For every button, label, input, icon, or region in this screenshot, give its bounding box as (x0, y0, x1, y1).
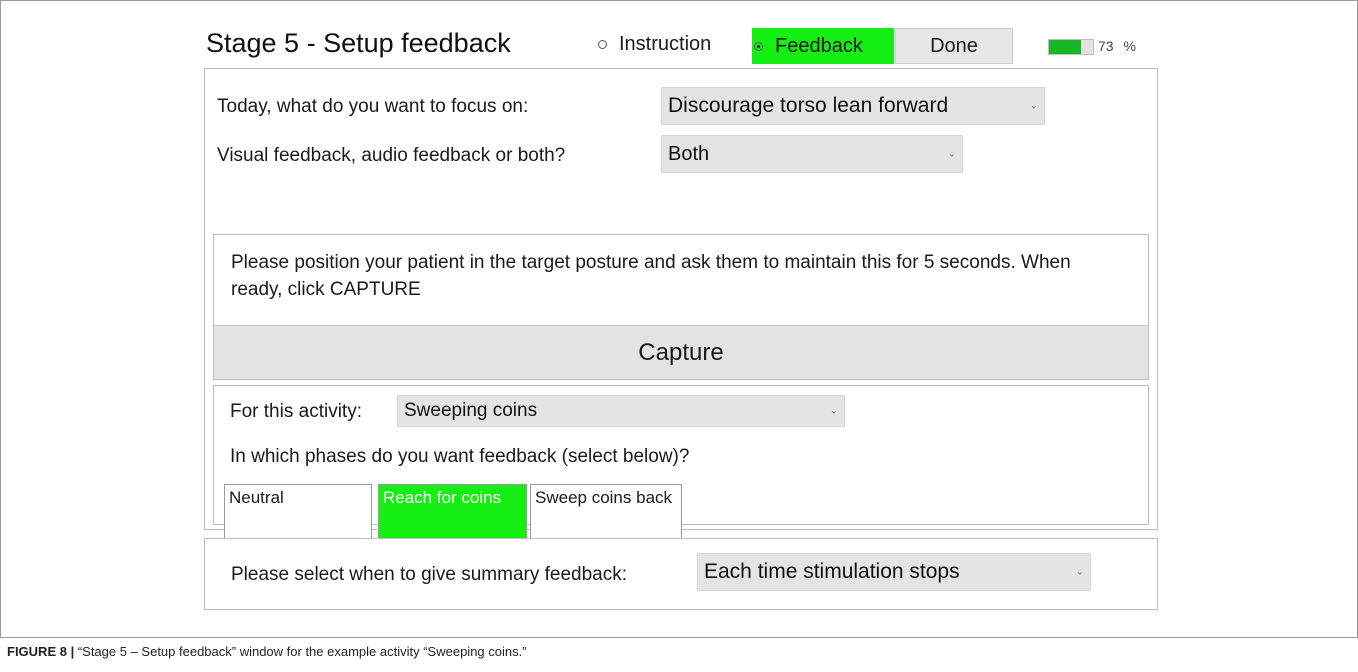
battery-indicator (1048, 39, 1094, 55)
feedback-radio-label: Feedback (775, 34, 863, 57)
phases-prompt: In which phases do you want feedback (se… (230, 446, 690, 467)
radio-selected-icon (754, 41, 763, 51)
phase-sweep-coins-back-button[interactable]: Sweep coins back (530, 484, 682, 540)
capture-section: Please position your patient in the targ… (213, 234, 1149, 380)
battery-value: 73 (1098, 38, 1114, 54)
feedback-type-label: Visual feedback, audio feedback or both? (217, 145, 566, 166)
figure-caption-text: “Stage 5 – Setup feedback” window for th… (74, 644, 527, 659)
feedback-type-value: Both (668, 142, 710, 165)
chevron-down-icon: ⌄ (1029, 100, 1038, 112)
radio-unselected-icon (598, 39, 607, 49)
summary-select[interactable]: Each time stimulation stops ⌄ (697, 553, 1091, 591)
figure-caption: FIGURE 8 | “Stage 5 – Setup feedback” wi… (7, 644, 527, 659)
feedback-type-select[interactable]: Both ⌄ (661, 135, 963, 173)
focus-select-value: Discourage torso lean forward (668, 94, 949, 117)
focus-select[interactable]: Discourage torso lean forward ⌄ (661, 87, 1045, 125)
phase-neutral-button[interactable]: Neutral (224, 484, 372, 540)
activity-select-value: Sweeping coins (404, 400, 538, 421)
activity-label: For this activity: (230, 401, 362, 422)
battery-fill (1049, 40, 1082, 54)
capture-button[interactable]: Capture (214, 325, 1148, 379)
activity-select[interactable]: Sweeping coins ⌄ (397, 395, 845, 427)
summary-label: Please select when to give summary feedb… (231, 564, 628, 585)
window-title: Stage 5 - Setup feedback (206, 28, 511, 58)
setup-panel: Today, what do you want to focus on: Dis… (204, 68, 1158, 540)
activity-section: For this activity: Sweeping coins ⌄ In w… (213, 385, 1149, 540)
summary-panel: Please select when to give summary feedb… (204, 538, 1158, 610)
summary-select-value: Each time stimulation stops (704, 560, 960, 583)
chevron-down-icon: ⌄ (947, 148, 956, 160)
battery-unit: % (1123, 38, 1136, 54)
figure-caption-prefix: FIGURE 8 | (7, 644, 75, 659)
setup-feedback-window: Stage 5 - Setup feedback Instruction Fee… (200, 22, 1160, 610)
title-bar: Stage 5 - Setup feedback Instruction Fee… (200, 22, 1160, 66)
chevron-down-icon: ⌄ (829, 405, 838, 417)
focus-label: Today, what do you want to focus on: (217, 96, 529, 117)
phase-reach-for-coins-button[interactable]: Reach for coins (378, 484, 527, 540)
instruction-radio[interactable]: Instruction (598, 26, 711, 62)
instruction-radio-label: Instruction (619, 32, 712, 55)
capture-instructions: Please position your patient in the targ… (231, 252, 1071, 300)
done-button[interactable]: Done (895, 28, 1013, 64)
chevron-down-icon: ⌄ (1075, 566, 1084, 578)
battery-label: 73 % (1098, 38, 1136, 54)
feedback-radio[interactable]: Feedback (752, 28, 894, 64)
